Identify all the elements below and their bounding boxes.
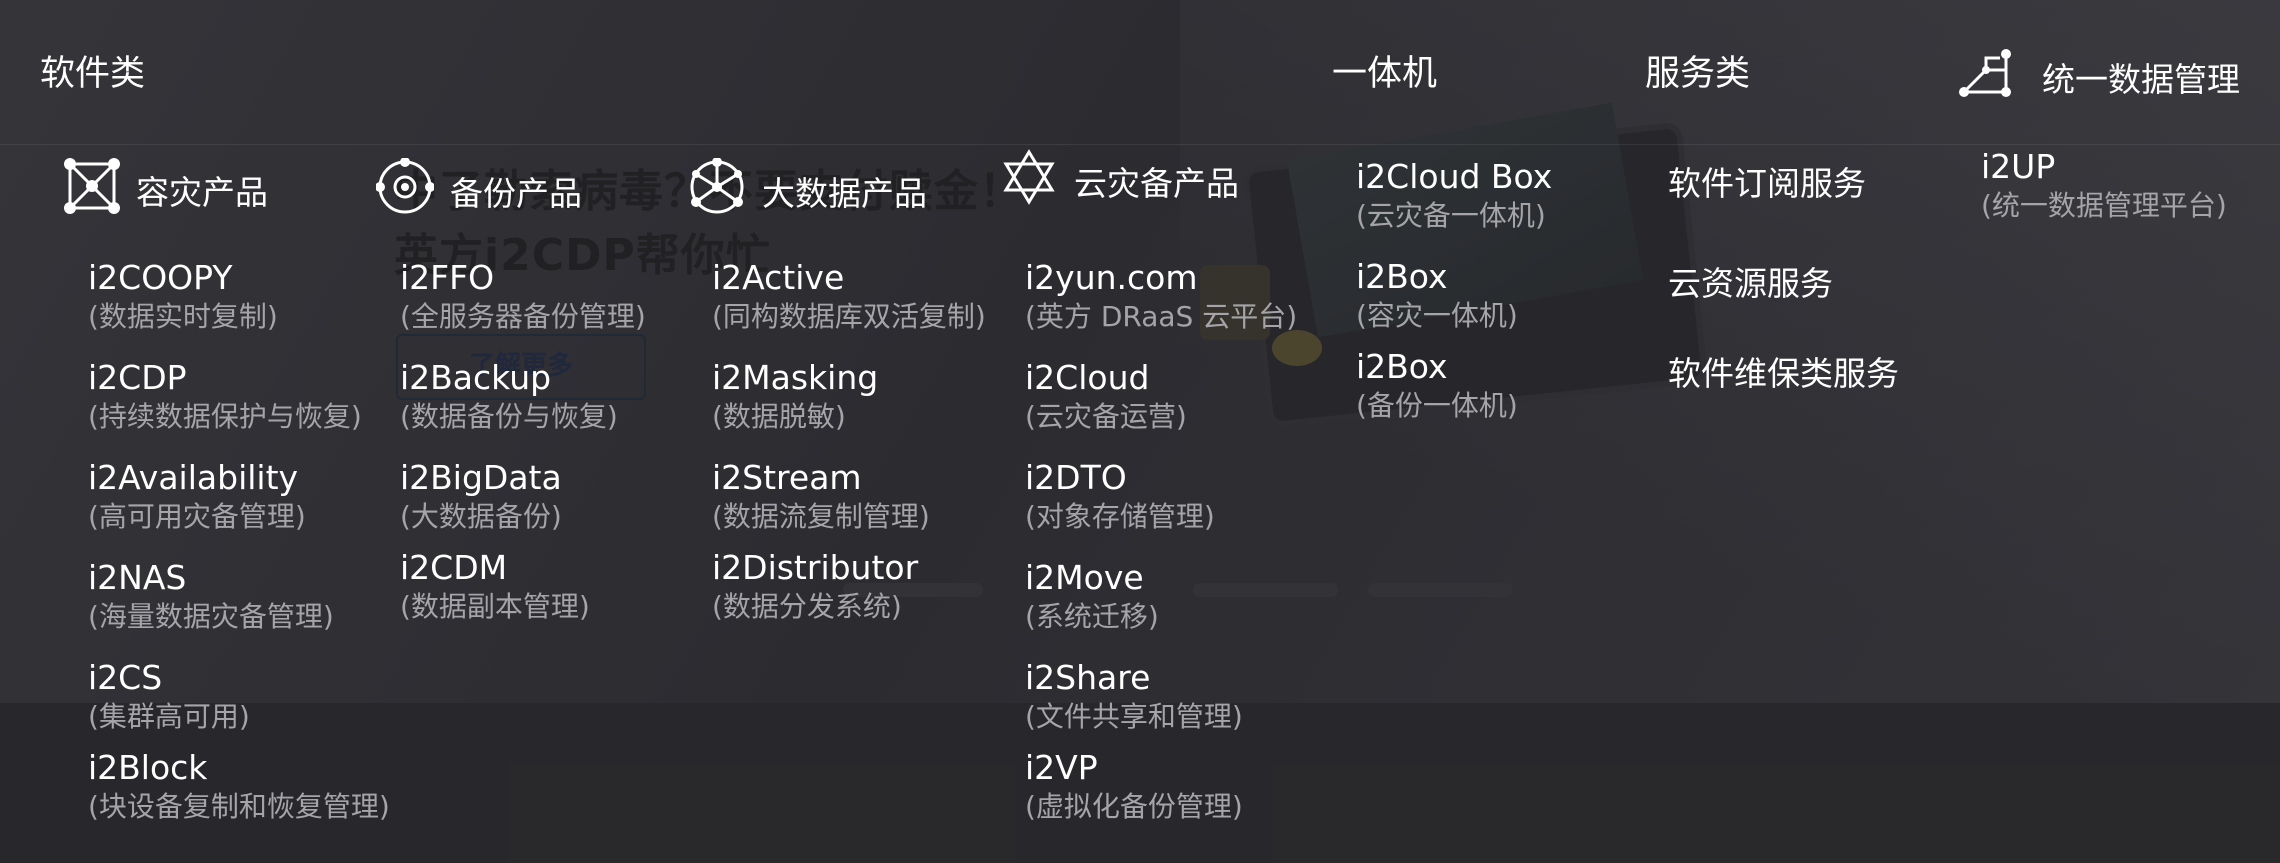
network-circle-icon [688,157,746,224]
product-link[interactable]: i2CDP (持续数据保护与恢复) [88,358,362,436]
product-link[interactable]: i2NAS (海量数据灾备管理) [88,558,334,636]
product-name: i2NAS [88,558,187,597]
product-desc: (数据脱敏) [712,400,846,433]
menu-divider [0,144,2280,145]
category-unified[interactable]: 统一数据管理 [1956,48,2240,106]
product-link[interactable]: i2Block (块设备复制和恢复管理) [88,748,390,826]
product-desc: (云灾备一体机) [1356,199,1546,232]
product-desc: (海量数据灾备管理) [88,600,334,633]
product-name: i2Active [712,258,845,297]
subcategory-cloud-dr[interactable]: 云灾备产品 [1000,148,1239,214]
product-link[interactable]: i2Masking (数据脱敏) [712,358,878,436]
product-name: i2Move [1025,558,1144,597]
product-desc: (集群高可用) [88,700,250,733]
product-link[interactable]: i2Stream (数据流复制管理) [712,458,930,536]
subcategory-backup[interactable]: 备份产品 [375,157,582,224]
product-desc: (英方 DRaaS 云平台) [1025,300,1298,333]
product-link[interactable]: i2Share (文件共享和管理) [1025,658,1243,736]
product-desc: (高可用灾备管理) [88,500,306,533]
product-link[interactable]: i2VP (虚拟化备份管理) [1025,748,1243,826]
product-desc: (持续数据保护与恢复) [88,400,362,433]
product-desc: (大数据备份) [400,500,562,533]
product-desc: (数据副本管理) [400,590,590,623]
product-link[interactable]: i2Active (同构数据库双活复制) [712,258,986,336]
product-link[interactable]: i2Move (系统迁移) [1025,558,1159,636]
product-desc: (数据流复制管理) [712,500,930,533]
page: 中了勒索病毒？不要支付赎金！ 英方i2CDP帮你忙 了解更多 软件类 一体机 服… [0,0,2280,863]
appliance-link[interactable]: i2Box (备份一体机) [1356,347,1518,425]
service-link-maintenance[interactable]: 软件维保类服务 [1668,347,1899,395]
subcategory-big-data[interactable]: 大数据产品 [688,157,927,224]
category-unified-label: 统一数据管理 [2042,60,2240,99]
product-name: i2Backup [400,358,552,397]
category-services[interactable]: 服务类 [1645,52,1750,96]
service-link-cloud-resource[interactable]: 云资源服务 [1668,257,1833,305]
category-appliance[interactable]: 一体机 [1332,52,1437,96]
subcategory-label: 大数据产品 [762,174,927,213]
product-name: i2Cloud Box [1356,157,1553,196]
product-name: i2BigData [400,458,562,497]
product-desc: (统一数据管理平台) [1981,189,2227,222]
unified-link[interactable]: i2UP (统一数据管理平台) [1981,147,2227,225]
product-desc: (数据分发系统) [712,590,902,623]
product-name: i2CDP [88,358,187,397]
product-name: i2Availability [88,458,299,497]
product-desc: (文件共享和管理) [1025,700,1243,733]
product-desc: (同构数据库双活复制) [712,300,986,333]
product-name: i2Cloud [1025,358,1150,397]
product-desc: (虚拟化备份管理) [1025,790,1243,823]
product-name: i2Box [1356,347,1448,386]
service-link-subscription[interactable]: 软件订阅服务 [1668,157,1866,205]
product-link[interactable]: i2CS (集群高可用) [88,658,250,736]
hexagram-icon [1000,148,1058,214]
product-link[interactable]: i2yun.com (英方 DRaaS 云平台) [1025,258,1297,336]
network-square-icon [64,158,120,222]
product-name: i2Block [88,748,208,787]
product-name: i2DTO [1025,458,1127,497]
mega-menu-overlay: 软件类 一体机 服务类 统一数据管理 容灾产品 备份产品 大数据产品 云灾备产品… [0,0,2280,863]
product-name: i2Share [1025,658,1151,697]
product-name: i2yun.com [1025,258,1198,297]
product-desc: (对象存储管理) [1025,500,1215,533]
subcategory-label: 备份产品 [450,174,582,213]
product-desc: (数据实时复制) [88,300,278,333]
product-name: i2VP [1025,748,1098,787]
product-desc: (全服务器备份管理) [400,300,646,333]
product-link[interactable]: i2DTO (对象存储管理) [1025,458,1215,536]
product-name: i2COOPY [88,258,233,297]
product-link[interactable]: i2Distributor (数据分发系统) [712,548,918,626]
product-name: i2CS [88,658,163,697]
product-link[interactable]: i2FFO (全服务器备份管理) [400,258,646,336]
product-name: i2Masking [712,358,879,397]
product-link[interactable]: i2CDM (数据副本管理) [400,548,590,626]
product-link[interactable]: i2BigData (大数据备份) [400,458,562,536]
appliance-link[interactable]: i2Cloud Box (云灾备一体机) [1356,157,1552,235]
subcategory-label: 容灾产品 [136,173,268,212]
product-link[interactable]: i2Backup (数据备份与恢复) [400,358,618,436]
product-name: i2Distributor [712,548,919,587]
target-circle-icon [375,157,435,224]
product-link[interactable]: i2COOPY (数据实时复制) [88,258,278,336]
product-name: i2UP [1981,147,2056,186]
product-desc: (云灾备运营) [1025,400,1187,433]
appliance-link[interactable]: i2Box (容灾一体机) [1356,257,1518,335]
topology-icon [1956,48,2012,106]
product-desc: (数据备份与恢复) [400,400,618,433]
subcategory-label: 云灾备产品 [1074,164,1239,203]
product-desc: (容灾一体机) [1356,299,1518,332]
product-link[interactable]: i2Cloud (云灾备运营) [1025,358,1187,436]
product-name: i2CDM [400,548,508,587]
product-name: i2Stream [712,458,862,497]
product-link[interactable]: i2Availability (高可用灾备管理) [88,458,306,536]
subcategory-disaster-recovery[interactable]: 容灾产品 [64,158,268,222]
product-desc: (系统迁移) [1025,600,1159,633]
product-desc: (备份一体机) [1356,389,1518,422]
category-software[interactable]: 软件类 [40,52,145,96]
product-name: i2FFO [400,258,495,297]
product-desc: (块设备复制和恢复管理) [88,790,390,823]
product-name: i2Box [1356,257,1448,296]
